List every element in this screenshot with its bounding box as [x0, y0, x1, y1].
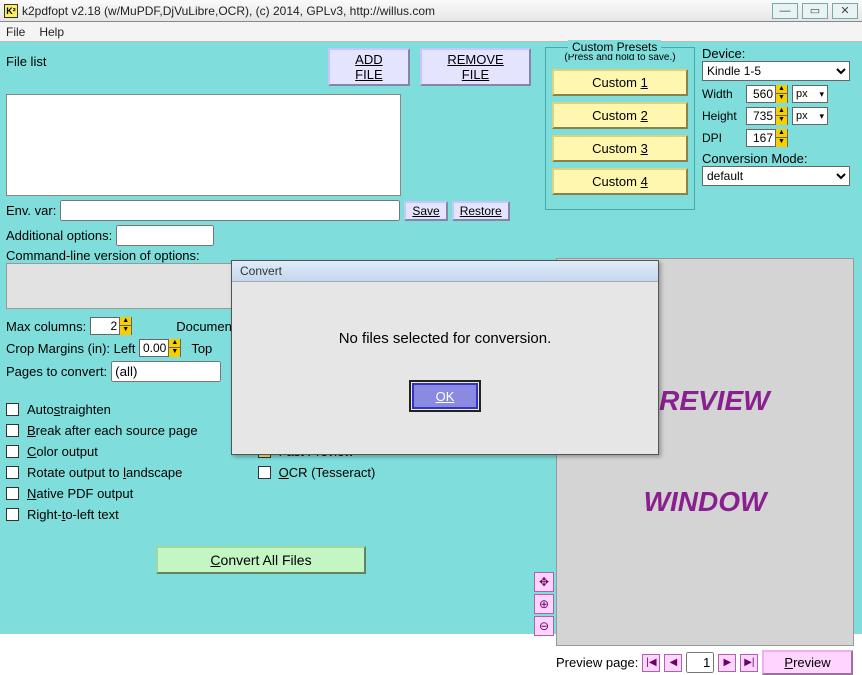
- checkbox-right-to-left-text[interactable]: Right-to-left text: [6, 507, 198, 522]
- max-cols-label: Max columns:: [6, 319, 86, 334]
- titlebar: K² k2pdfopt v2.18 (w/MuPDF,DjVuLibre,OCR…: [0, 0, 862, 22]
- crop-label: Crop Margins (in): Left: [6, 341, 135, 356]
- minimize-button[interactable]: —: [772, 3, 798, 19]
- preset-button-4[interactable]: Custom 4: [552, 168, 688, 195]
- presets-group: Custom Presets (Press and hold to save.)…: [545, 47, 695, 210]
- env-var-label: Env. var:: [6, 203, 56, 218]
- checkbox-rotate-output-to-landscape[interactable]: Rotate output to landscape: [6, 465, 198, 480]
- convert-dialog: Convert No files selected for conversion…: [231, 260, 659, 455]
- addl-options-input[interactable]: [116, 225, 214, 246]
- prev-page-button[interactable]: ◀: [664, 654, 682, 672]
- maximize-button[interactable]: ▭: [802, 3, 828, 19]
- dialog-message: No files selected for conversion.: [232, 330, 658, 347]
- checkbox-icon[interactable]: [6, 487, 19, 500]
- device-panel: Device: Kindle 1-5 Width ▲▼ px Height ▲▼…: [702, 46, 854, 186]
- filelist-label: File list: [6, 48, 60, 90]
- device-select[interactable]: Kindle 1-5: [702, 61, 850, 81]
- spin-up-icon[interactable]: ▲: [119, 317, 131, 326]
- checkbox-icon[interactable]: [6, 424, 19, 437]
- width-label: Width: [702, 87, 742, 101]
- preset-button-3[interactable]: Custom 3: [552, 135, 688, 162]
- checkbox-break-after-each-source-page[interactable]: Break after each source page: [6, 423, 198, 438]
- pages-input[interactable]: [111, 361, 221, 382]
- fit-icon[interactable]: ✥: [534, 572, 554, 592]
- zoom-in-icon[interactable]: ⊕: [534, 594, 554, 614]
- checkbox-label: Autostraighten: [27, 402, 111, 417]
- width-unit-select[interactable]: px: [792, 85, 828, 103]
- preview-page-label: Preview page:: [556, 655, 638, 670]
- crop-top-label: Top: [191, 341, 212, 356]
- checkbox-label: OCR (Tesseract): [279, 465, 376, 480]
- crop-left-spinner[interactable]: ▲▼: [139, 339, 181, 357]
- preset-button-2[interactable]: Custom 2: [552, 102, 688, 129]
- save-button[interactable]: Save: [404, 201, 447, 221]
- env-var-input[interactable]: [60, 200, 400, 221]
- checkbox-label: Right-to-left text: [27, 507, 119, 522]
- menu-file[interactable]: File: [6, 25, 25, 39]
- addl-options-label: Additional options:: [6, 228, 112, 243]
- height-unit-select[interactable]: px: [792, 107, 828, 125]
- app-icon: K²: [4, 4, 18, 18]
- device-label: Device:: [702, 46, 854, 61]
- checkbox-label: Native PDF output: [27, 486, 133, 501]
- preset-button-1[interactable]: Custom 1: [552, 69, 688, 96]
- window-title: k2pdfopt v2.18 (w/MuPDF,DjVuLibre,OCR), …: [22, 4, 772, 18]
- mode-select[interactable]: default: [702, 166, 850, 186]
- last-page-button[interactable]: ▶|: [740, 654, 758, 672]
- convert-all-button[interactable]: CConvert All Filesonvert All Files: [156, 546, 366, 574]
- spin-down-icon[interactable]: ▼: [119, 326, 131, 335]
- checkbox-native-pdf-output[interactable]: Native PDF output: [6, 486, 198, 501]
- checkbox-icon[interactable]: [6, 466, 19, 479]
- checkbox-icon[interactable]: [6, 508, 19, 521]
- close-button[interactable]: ✕: [832, 3, 858, 19]
- checkbox-icon[interactable]: [258, 466, 271, 479]
- next-page-button[interactable]: ▶: [718, 654, 736, 672]
- preview-placeholder: PREVIEWWINDOW: [640, 376, 769, 527]
- width-spinner[interactable]: ▲▼: [746, 85, 788, 103]
- mode-label: Conversion Mode:: [702, 151, 854, 166]
- dialog-title: Convert: [232, 261, 658, 282]
- menubar: File Help: [0, 22, 862, 42]
- dialog-ok-button[interactable]: OK: [412, 383, 478, 409]
- checkbox-label: Break after each source page: [27, 423, 198, 438]
- checkbox-icon[interactable]: [6, 403, 19, 416]
- dpi-spinner[interactable]: ▲▼: [746, 129, 788, 147]
- filelist[interactable]: [6, 94, 401, 196]
- height-label: Height: [702, 109, 742, 123]
- pages-label: Pages to convert:: [6, 364, 107, 379]
- cmdline-label: Command-line version of options:: [6, 248, 200, 263]
- checkbox-label: Rotate output to landscape: [27, 465, 182, 480]
- checkbox-autostraighten[interactable]: Autostraighten: [6, 402, 198, 417]
- max-cols-spinner[interactable]: ▲▼: [90, 317, 132, 335]
- checkbox-ocr-tesseract-[interactable]: OCR (Tesseract): [258, 465, 388, 480]
- dpi-label: DPI: [702, 131, 742, 145]
- checkbox-label: Color output: [27, 444, 98, 459]
- first-page-button[interactable]: |◀: [642, 654, 660, 672]
- zoom-out-icon[interactable]: ⊖: [534, 616, 554, 636]
- checkbox-icon[interactable]: [6, 445, 19, 458]
- preview-button[interactable]: PrePreviewview: [762, 650, 852, 675]
- preview-page-input[interactable]: [686, 652, 714, 673]
- add-file-button[interactable]: ADD FILE: [328, 48, 410, 86]
- remove-file-button[interactable]: REMOVE FILE: [420, 48, 531, 86]
- height-spinner[interactable]: ▲▼: [746, 107, 788, 125]
- presets-legend: Custom Presets: [568, 40, 661, 54]
- menu-help[interactable]: Help: [39, 25, 64, 39]
- document-label: Document: [176, 319, 235, 334]
- checkbox-color-output[interactable]: Color output: [6, 444, 198, 459]
- restore-button[interactable]: Restore: [452, 201, 510, 221]
